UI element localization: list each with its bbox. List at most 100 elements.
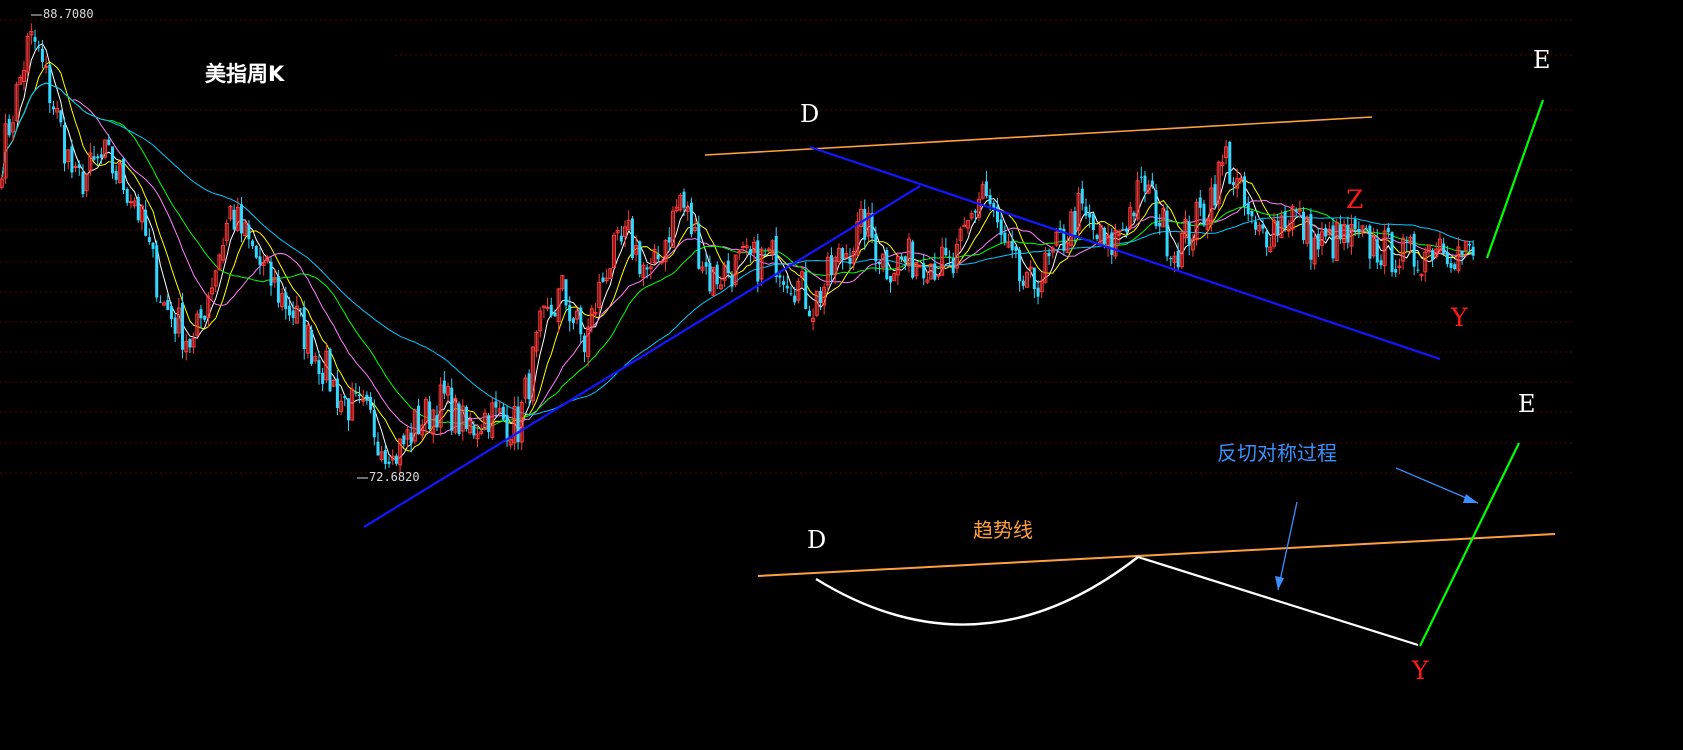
candle-body — [122, 158, 126, 191]
candle-body — [841, 248, 845, 260]
candle-body — [247, 224, 251, 240]
schematic-trend-line — [757, 533, 1556, 577]
candle-body — [564, 279, 568, 306]
candle-body — [1125, 228, 1129, 232]
candle-body — [1121, 229, 1125, 231]
candle-body — [656, 254, 660, 260]
weekly-k-chart — [0, 14, 1575, 647]
candle-body — [1032, 267, 1036, 290]
candle-body — [778, 275, 782, 278]
ma60-line — [1, 82, 1474, 416]
candle-body — [793, 295, 797, 303]
candle-body — [748, 248, 752, 255]
candle-body — [766, 248, 771, 251]
candle-body — [984, 181, 988, 196]
candle-body — [1375, 239, 1379, 263]
candle-body — [1176, 250, 1180, 268]
candle-body — [1460, 250, 1464, 255]
candle-body — [1405, 240, 1409, 242]
candle-body — [1088, 213, 1092, 218]
candle-body — [254, 245, 258, 258]
candle-body — [1036, 287, 1040, 297]
label-z-main: Z — [1346, 185, 1364, 214]
candle-body — [601, 277, 605, 282]
candle-body — [343, 395, 347, 399]
candle-body — [1014, 246, 1018, 251]
candle-body — [335, 378, 339, 409]
candle-body — [169, 306, 173, 319]
candle-body — [774, 235, 778, 277]
candle-body — [527, 373, 531, 400]
candle-body — [269, 261, 273, 286]
candle-body — [125, 189, 129, 203]
schematic-label-y: Y — [1412, 656, 1429, 685]
candle-body — [863, 209, 867, 240]
candle-body — [568, 305, 572, 322]
candle-body — [1091, 213, 1095, 231]
candle-body — [287, 305, 291, 316]
candle-body — [181, 302, 185, 350]
candle-body — [1165, 210, 1169, 257]
schematic-label-e: E — [1518, 390, 1536, 418]
candle-body — [645, 267, 649, 270]
candle-body — [1018, 249, 1022, 282]
candle-body — [715, 264, 719, 285]
schematic-curve — [815, 556, 1139, 626]
candle-body — [151, 242, 155, 249]
candle-body — [1442, 243, 1446, 254]
candle-body — [387, 461, 391, 464]
candle-body — [1302, 211, 1306, 241]
candle-body — [501, 406, 505, 420]
candle-body — [1202, 203, 1206, 226]
candle-body — [44, 65, 49, 68]
candle-body — [1150, 180, 1154, 186]
candle-body — [962, 224, 967, 227]
candle-body — [900, 256, 904, 260]
candle-body — [464, 406, 468, 429]
candle-body — [92, 156, 96, 160]
candle-body — [903, 256, 907, 262]
candle-body — [730, 275, 734, 287]
candle-body — [1169, 258, 1173, 260]
candle-body — [807, 310, 811, 317]
candle-body — [258, 256, 262, 265]
candle-body — [1132, 212, 1136, 217]
candle-body — [232, 209, 236, 230]
schematic-arrow-right-head — [1463, 494, 1478, 503]
candle-body — [1294, 209, 1298, 212]
candle-body — [922, 263, 926, 279]
candle-body — [394, 455, 398, 464]
candle-body — [1431, 250, 1435, 260]
candle-body — [166, 300, 170, 311]
schematic-title: 反切对称过程 — [1217, 441, 1337, 465]
candle-body — [918, 265, 923, 268]
candle-body — [936, 274, 941, 277]
candle-body — [1309, 214, 1313, 260]
chart-title: 美指周K — [205, 62, 285, 86]
candle-body — [158, 301, 162, 303]
candle-body — [571, 318, 575, 323]
candle-body — [582, 335, 586, 353]
schematic-arrow-down — [1277, 501, 1298, 591]
candle-body — [1143, 175, 1147, 192]
candlestick-series — [0, 23, 1475, 474]
price-low-label: 72.6820 — [369, 470, 420, 484]
candle-body — [70, 146, 74, 173]
candle-body — [545, 306, 550, 309]
candle-body — [1228, 141, 1232, 184]
candle-body — [1117, 233, 1122, 236]
candle-body — [689, 202, 693, 235]
candle-body — [885, 250, 889, 280]
schematic-arrow-down-head — [1275, 576, 1284, 590]
candle-body — [1364, 228, 1368, 230]
candle-body — [911, 241, 915, 278]
candle-body — [1416, 269, 1420, 271]
candle-body — [1331, 225, 1335, 259]
candle-body — [874, 234, 878, 262]
candle-body — [147, 237, 151, 242]
candle-body — [741, 245, 746, 248]
candle-body — [948, 256, 952, 258]
candle-body — [240, 204, 244, 234]
candle-body — [1379, 260, 1383, 266]
candle-body — [494, 401, 498, 408]
